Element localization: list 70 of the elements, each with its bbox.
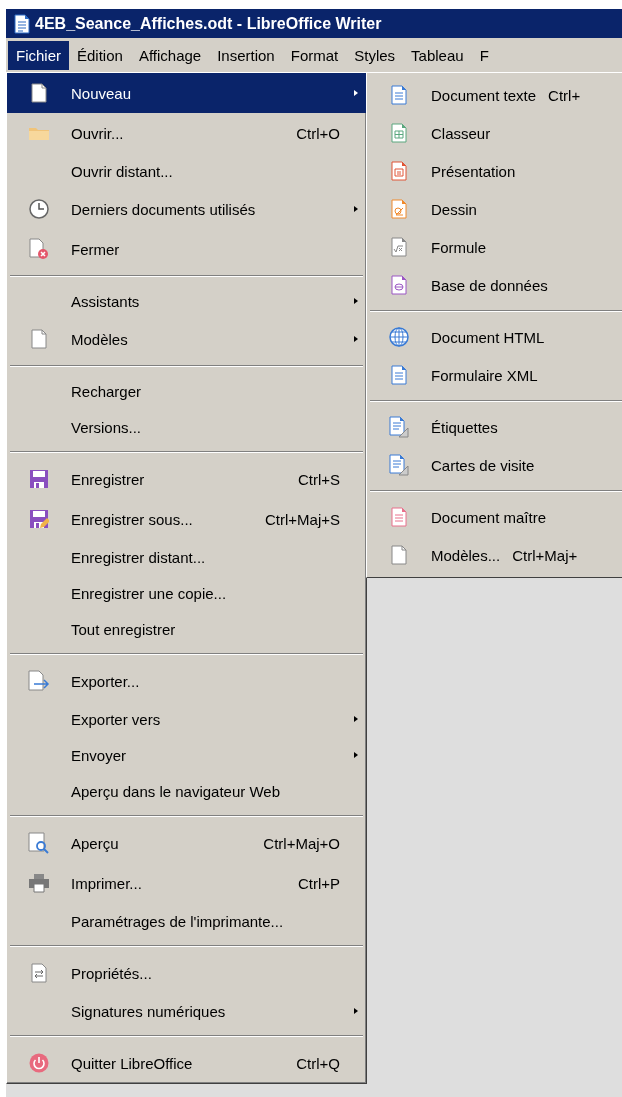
menu-bar-item[interactable]: Tableau: [403, 40, 472, 70]
menu-item[interactable]: Classeur: [367, 114, 622, 152]
label-document-icon: [389, 416, 409, 438]
menu-bar-item[interactable]: Affichage: [130, 40, 210, 70]
printer-icon: [28, 873, 50, 893]
menu-bar-item[interactable]: Format: [282, 40, 347, 70]
drawing-icon: [391, 199, 407, 219]
menu-item[interactable]: Enregistrer une copie...: [7, 575, 366, 611]
menu-item[interactable]: Ouvrir distant...: [7, 153, 366, 189]
menu-item[interactable]: Formulaire XML: [367, 356, 622, 394]
menu-item[interactable]: Modèles: [7, 319, 366, 359]
menu-item[interactable]: Quitter LibreOffice Ctrl+Q: [7, 1043, 366, 1083]
text-document-icon: [391, 507, 407, 527]
menu-item[interactable]: Enregistrer sous... Ctrl+Maj+S: [7, 499, 366, 539]
preview-icon: [28, 832, 50, 854]
menu-item[interactable]: Document HTML: [367, 318, 622, 356]
menu-item[interactable]: Envoyer: [7, 737, 366, 773]
database-icon: [391, 275, 407, 295]
power-icon: [29, 1053, 49, 1073]
menu-item[interactable]: Paramétrages de l'imprimante...: [7, 903, 366, 939]
menu-bar-item[interactable]: Insertion: [209, 40, 283, 70]
menu-bar-item[interactable]: Styles: [346, 40, 404, 70]
presentation-icon: [391, 161, 407, 181]
save-as-icon: [29, 509, 49, 529]
menu-item[interactable]: Exporter vers: [7, 701, 366, 737]
close-document-icon: [29, 238, 49, 260]
menu-item[interactable]: Ouvrir... Ctrl+O: [7, 113, 366, 153]
properties-icon: [31, 963, 47, 983]
menu-item[interactable]: Imprimer... Ctrl+P: [7, 863, 366, 903]
menu-bar-item[interactable]: F: [471, 40, 497, 70]
menu-item[interactable]: Formule: [367, 228, 622, 266]
menu-item[interactable]: Cartes de visite: [367, 446, 622, 484]
formula-icon: [391, 237, 407, 257]
spreadsheet-icon: [391, 123, 407, 143]
menu-item[interactable]: Recharger: [7, 373, 366, 409]
menu-item[interactable]: Présentation: [367, 152, 622, 190]
menu-item[interactable]: Tout enregistrer: [7, 611, 366, 647]
page-icon: [31, 329, 47, 349]
menu-bar-item[interactable]: Fichier: [8, 40, 69, 70]
menu-item[interactable]: Fermer: [7, 229, 366, 269]
menu-item[interactable]: Dessin: [367, 190, 622, 228]
menu-item[interactable]: Étiquettes: [367, 408, 622, 446]
text-document-icon: [391, 85, 407, 105]
menu-item[interactable]: Exporter...: [7, 661, 366, 701]
globe-icon: [389, 327, 409, 347]
page-icon: [31, 83, 47, 103]
folder-icon: [28, 125, 50, 141]
document-icon: [14, 13, 30, 34]
menu-item[interactable]: Derniers documents utilisés: [7, 189, 366, 229]
menu-item[interactable]: Aperçu Ctrl+Maj+O: [7, 823, 366, 863]
label-document-icon: [389, 454, 409, 476]
menu-item[interactable]: Aperçu dans le navigateur Web: [7, 773, 366, 809]
window-title: 4EB_Seance_Affiches.odt - LibreOffice Writer: [35, 14, 382, 33]
menu-item[interactable]: Propriétés...: [7, 953, 366, 993]
menu-bar-item[interactable]: Édition: [69, 40, 131, 70]
save-icon: [29, 469, 49, 489]
clock-icon: [29, 199, 49, 219]
menu-item[interactable]: Nouveau: [7, 73, 366, 113]
menu-item[interactable]: Modèles... Ctrl+Maj+: [367, 536, 622, 574]
menu-item[interactable]: Document texte Ctrl+: [367, 76, 622, 114]
page-icon: [391, 545, 407, 565]
menu-item[interactable]: Signatures numériques: [7, 993, 366, 1029]
text-document-icon: [391, 365, 407, 385]
menu-item[interactable]: Enregistrer Ctrl+S: [7, 459, 366, 499]
export-icon: [28, 670, 50, 692]
menu-item[interactable]: Versions...: [7, 409, 366, 445]
menu-item[interactable]: Enregistrer distant...: [7, 539, 366, 575]
menu-item[interactable]: Document maître: [367, 498, 622, 536]
menu-item[interactable]: Base de données: [367, 266, 622, 304]
menu-item[interactable]: Assistants: [7, 283, 366, 319]
